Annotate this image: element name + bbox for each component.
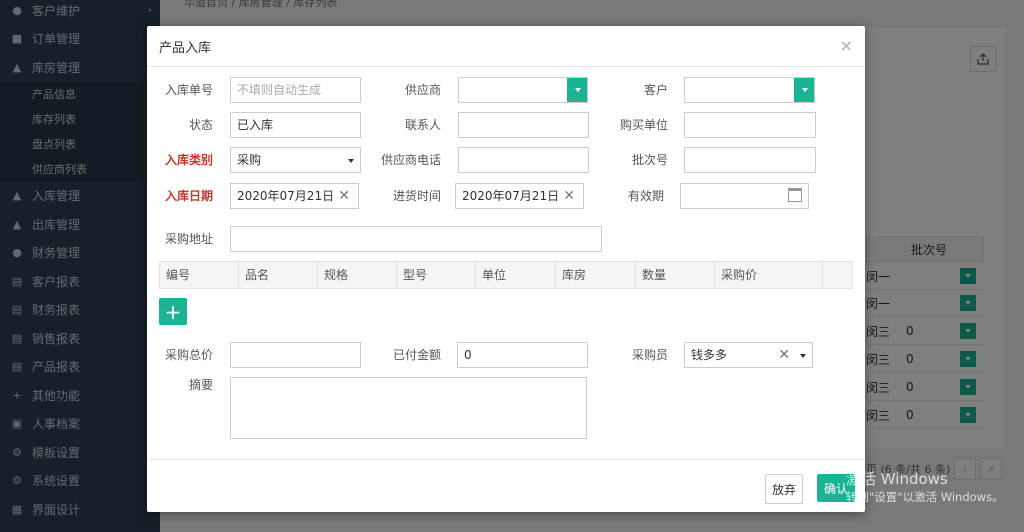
watermark-line1: 激活 Windows	[846, 470, 948, 488]
chevron-down-icon	[800, 354, 806, 358]
dialog-header: 产品入库 ×	[147, 26, 865, 67]
status-label: 状态	[188, 118, 213, 132]
total-label: 采购总价	[164, 348, 213, 362]
summary-textarea[interactable]	[230, 377, 587, 439]
cancel-button[interactable]: 放弃	[765, 474, 803, 504]
customer-select[interactable]	[684, 77, 815, 103]
date-value: 2020年07月21日	[237, 189, 335, 203]
paid-label: 已付金额	[392, 348, 441, 362]
contact-input[interactable]	[458, 112, 589, 138]
purchase-time-value: 2020年07月21日	[462, 189, 560, 203]
type-value: 采购	[237, 153, 262, 167]
add-row-button[interactable]: +	[159, 298, 187, 325]
col-product-name: 品名	[239, 262, 318, 288]
col-unit: 单位	[476, 262, 556, 288]
dialog-title: 产品入库	[159, 40, 212, 56]
col-actions	[823, 262, 852, 288]
col-warehouse: 库房	[556, 262, 636, 288]
chevron-down-icon[interactable]	[567, 78, 587, 102]
items-table-header: 编号 品名 规格 型号 单位 库房 数量 采购价	[159, 261, 853, 289]
windows-activation-watermark: 激活 Windows 转到"设置"以激活 Windows。	[846, 470, 1004, 506]
close-icon[interactable]: ×	[840, 36, 853, 55]
col-purchase-price: 采购价	[715, 262, 823, 288]
calendar-icon[interactable]	[788, 188, 802, 202]
chevron-down-icon	[348, 159, 354, 163]
date-input[interactable]: 2020年07月21日 ✕	[230, 183, 359, 209]
stock-in-dialog: 产品入库 × 入库单号 不填则自动生成 供应商 客户 状态 已入库 联系人 购买…	[147, 26, 865, 512]
total-input[interactable]	[230, 342, 361, 368]
purchaser-label: 采购员	[631, 348, 668, 362]
expiry-input[interactable]	[680, 183, 809, 209]
type-select[interactable]: 采购	[230, 147, 361, 173]
buyer-unit-input[interactable]	[684, 112, 816, 138]
purchase-time-label: 进货时间	[392, 189, 441, 203]
order-no-input[interactable]: 不填则自动生成	[230, 77, 361, 103]
date-label: 入库日期	[164, 189, 213, 203]
type-label: 入库类别	[164, 153, 213, 167]
col-model: 型号	[397, 262, 476, 288]
summary-label: 摘要	[188, 378, 213, 392]
supplier-phone-label: 供应商电话	[380, 153, 441, 167]
status-input[interactable]: 已入库	[230, 112, 361, 138]
watermark-line2: 转到"设置"以激活 Windows。	[846, 490, 1004, 504]
chevron-down-icon[interactable]	[794, 78, 814, 102]
col-quantity: 数量	[636, 262, 715, 288]
order-no-label: 入库单号	[164, 83, 213, 97]
supplier-label: 供应商	[404, 83, 441, 97]
col-spec: 规格	[318, 262, 397, 288]
customer-label: 客户	[643, 83, 668, 97]
clear-icon[interactable]: ✕	[563, 184, 575, 208]
clear-icon[interactable]: ✕	[778, 343, 790, 367]
supplier-phone-input[interactable]	[458, 147, 589, 173]
purchaser-select[interactable]: 钱多多 ✕	[684, 342, 813, 368]
expiry-label: 有效期	[627, 189, 664, 203]
contact-label: 联系人	[404, 118, 441, 132]
purchase-time-input[interactable]: 2020年07月21日 ✕	[455, 183, 584, 209]
address-label: 采购地址	[164, 232, 213, 246]
batch-no-label: 批次号	[631, 153, 668, 167]
clear-icon[interactable]: ✕	[338, 184, 350, 208]
purchaser-value: 钱多多	[691, 348, 728, 362]
supplier-select[interactable]	[458, 77, 588, 103]
col-number: 编号	[160, 262, 239, 288]
dialog-footer: 放弃 确认	[147, 459, 865, 512]
batch-no-input[interactable]	[684, 147, 816, 173]
paid-input[interactable]: 0	[457, 342, 588, 368]
address-input[interactable]	[230, 226, 602, 252]
buyer-unit-label: 购买单位	[619, 118, 668, 132]
